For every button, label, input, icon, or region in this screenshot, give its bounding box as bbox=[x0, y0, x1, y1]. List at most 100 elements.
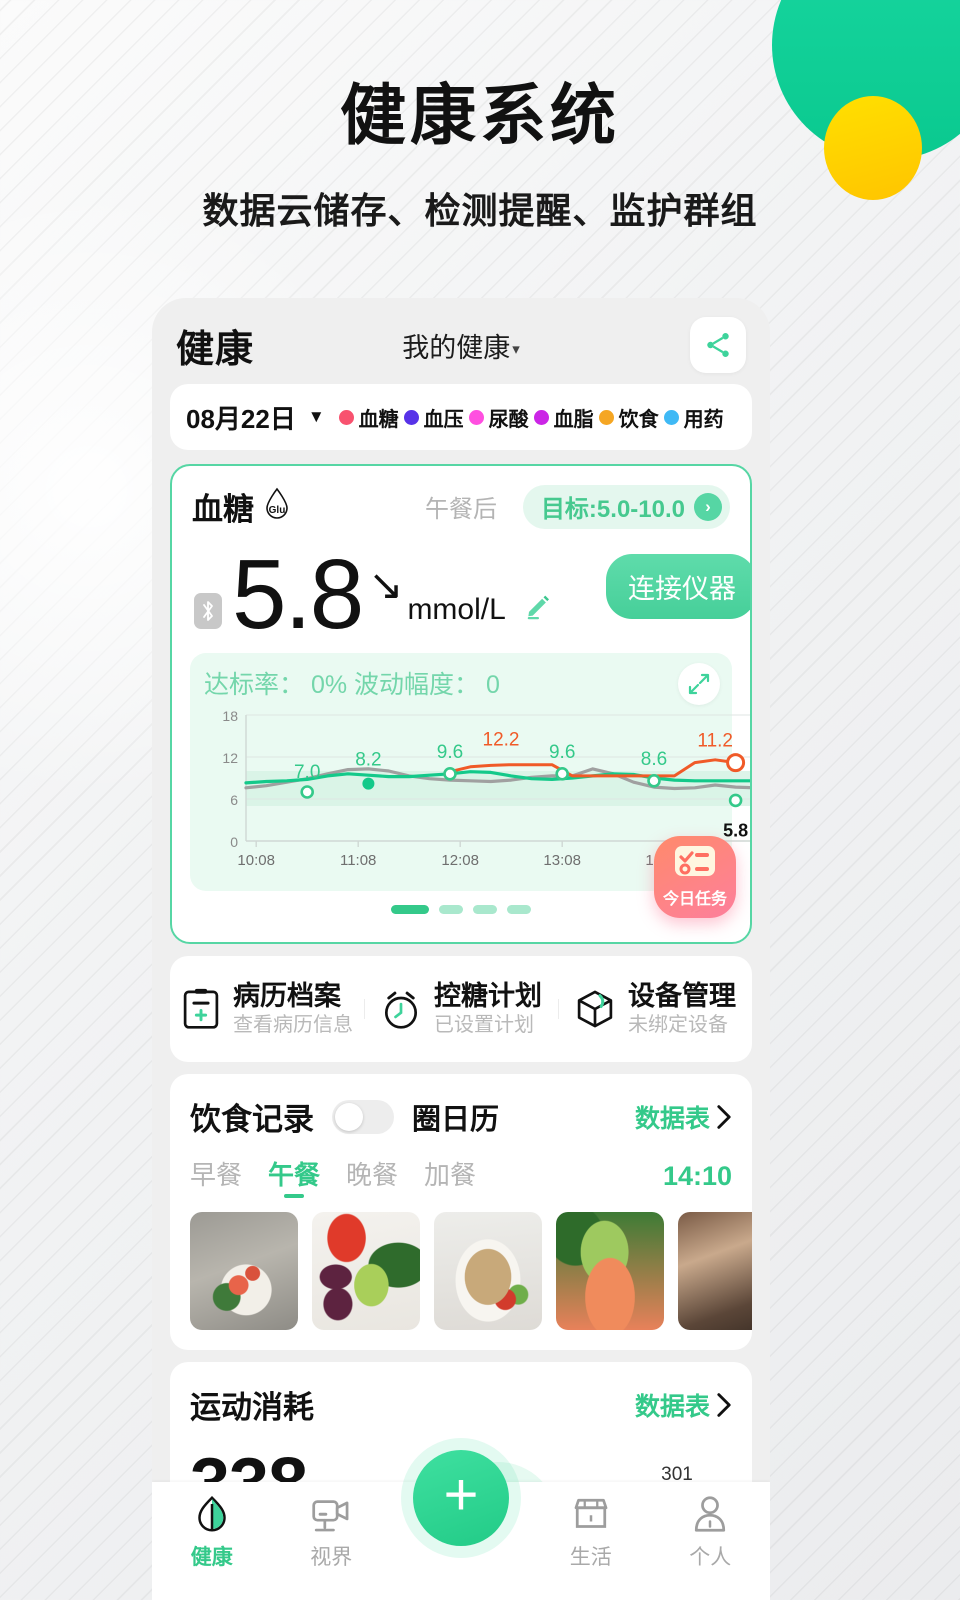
svg-text:12: 12 bbox=[222, 750, 238, 766]
share-button[interactable] bbox=[690, 317, 746, 373]
legend-label: 饮食 bbox=[618, 408, 659, 431]
quick-link-title: 设备管理 bbox=[628, 981, 736, 1012]
box-icon bbox=[577, 990, 613, 1028]
exercise-datatable-label: 数据表 bbox=[634, 1392, 710, 1421]
diet-record-card: 饮食记录 圈日历 数据表 早餐 午餐 晚餐 加餐 14:10 bbox=[170, 1074, 752, 1350]
person-icon bbox=[695, 1496, 726, 1532]
legend-item-blood-glucose[interactable]: 血糖 bbox=[338, 403, 399, 432]
calendar-toggle-label: 圈日历 bbox=[412, 1103, 500, 1136]
legend-label: 血脂 bbox=[553, 408, 594, 431]
checklist-icon bbox=[675, 846, 715, 876]
svg-text:7.0: 7.0 bbox=[294, 762, 320, 783]
legend-item-diet[interactable]: 饮食 bbox=[598, 403, 659, 432]
quick-link-device-management[interactable]: 设备管理 未绑定设备 bbox=[558, 981, 752, 1037]
svg-text:11:08: 11:08 bbox=[340, 852, 376, 869]
exercise-card-header: 运动消耗 数据表 bbox=[190, 1382, 732, 1427]
chevron-right-icon bbox=[717, 1392, 731, 1417]
svg-text:0: 0 bbox=[230, 834, 238, 850]
add-button[interactable]: + bbox=[413, 1450, 509, 1546]
medical-record-icon bbox=[183, 988, 219, 1029]
glucose-card-header: 血糖 Glu 午餐后 目标:5.0-10.0 › bbox=[172, 466, 750, 529]
expand-chart-button[interactable] bbox=[678, 663, 720, 705]
profile-selector-label: 我的健康 bbox=[402, 332, 511, 363]
date-legend-bar: 08月22日 ▼ 血糖 血压 尿酸 血脂 饮食 用药 bbox=[170, 384, 752, 450]
quick-links-row: 病历档案 查看病历信息 控糖计划 已设置计划 设备管理 未绑定设备 bbox=[170, 956, 752, 1062]
food-photo-list[interactable] bbox=[170, 1198, 752, 1330]
legend-item-blood-pressure[interactable]: 血压 bbox=[403, 403, 464, 432]
svg-text:13:08: 13:08 bbox=[543, 852, 581, 869]
leaf-health-icon bbox=[197, 1495, 226, 1532]
meal-tab-lunch[interactable]: 午餐 bbox=[268, 1155, 320, 1198]
svg-text:12:08: 12:08 bbox=[441, 852, 479, 869]
legend-item-uric-acid[interactable]: 尿酸 bbox=[468, 403, 529, 432]
nav-item-life[interactable]: 生活 bbox=[531, 1494, 651, 1571]
food-photo[interactable] bbox=[312, 1212, 420, 1330]
trend-down-arrow-icon: ↘ bbox=[368, 561, 404, 608]
bottom-navigation: 健康 视界 + 生活 个人 bbox=[152, 1450, 771, 1600]
pager-dot[interactable] bbox=[473, 905, 497, 914]
share-icon bbox=[707, 333, 729, 357]
legend-dot-icon bbox=[338, 409, 354, 425]
nav-item-vision[interactable]: 视界 bbox=[272, 1494, 392, 1571]
legend-dot-icon bbox=[663, 409, 679, 425]
video-camera-icon bbox=[312, 1500, 349, 1532]
quick-link-text: 病历档案 查看病历信息 bbox=[233, 981, 353, 1037]
meal-tab-breakfast[interactable]: 早餐 bbox=[190, 1155, 242, 1198]
diet-card-title: 饮食记录 bbox=[190, 1102, 314, 1137]
svg-text:9.6: 9.6 bbox=[437, 742, 463, 763]
glucose-unit: mmol/L bbox=[407, 593, 506, 626]
svg-text:10:08: 10:08 bbox=[237, 852, 275, 869]
food-photo[interactable] bbox=[190, 1212, 298, 1330]
quick-link-medical-record[interactable]: 病历档案 查看病历信息 bbox=[170, 981, 364, 1037]
svg-text:8.6: 8.6 bbox=[641, 749, 667, 770]
phone-mockup: 健康 我的健康 ▾ 08月22日 ▼ 血糖 血压 尿酸 血脂 饮食 用药 血糖 … bbox=[152, 298, 770, 1600]
calendar-toggle[interactable] bbox=[332, 1099, 394, 1134]
legend-label: 血糖 bbox=[358, 408, 399, 431]
bluetooth-icon bbox=[194, 593, 222, 629]
exercise-card-title: 运动消耗 bbox=[190, 1390, 314, 1425]
quick-link-text: 设备管理 未绑定设备 bbox=[628, 981, 736, 1037]
alarm-clock-icon bbox=[384, 991, 418, 1029]
quick-link-title: 控糖计划 bbox=[434, 981, 542, 1012]
promo-subtitle: 数据云储存、检测提醒、监护群组 bbox=[202, 190, 758, 231]
nav-label: 个人 bbox=[689, 1546, 732, 1569]
svg-text:6: 6 bbox=[230, 792, 238, 808]
food-photo[interactable] bbox=[678, 1212, 752, 1330]
legend-label: 血压 bbox=[423, 408, 464, 431]
legend-item-medication[interactable]: 用药 bbox=[663, 403, 724, 432]
meal-tab-dinner[interactable]: 晚餐 bbox=[346, 1155, 398, 1198]
legend-label: 尿酸 bbox=[488, 408, 529, 431]
nav-item-profile[interactable]: 个人 bbox=[651, 1494, 771, 1571]
glucose-value: 5.8 bbox=[232, 538, 364, 649]
nav-item-health[interactable]: 健康 bbox=[152, 1494, 272, 1571]
glucose-reading-row: 5.8 ↘ mmol/L bbox=[172, 529, 750, 649]
legend-dot-icon bbox=[533, 409, 549, 425]
chevron-right-icon bbox=[717, 1104, 731, 1129]
quick-link-sugar-plan[interactable]: 控糖计划 已设置计划 bbox=[364, 981, 558, 1037]
date-value[interactable]: 08月22日 bbox=[186, 399, 296, 436]
glucose-chart[interactable]: 06121810:0811:0812:0813:0814:087.08.29.6… bbox=[204, 705, 750, 875]
blood-glucose-card: 血糖 Glu 午餐后 目标:5.0-10.0 › 连接仪器 5.8 ↘ mmol… bbox=[170, 464, 752, 944]
diet-datatable-label: 数据表 bbox=[634, 1104, 710, 1133]
expand-icon bbox=[688, 673, 710, 695]
food-photo[interactable] bbox=[434, 1212, 542, 1330]
quick-link-subtitle: 查看病历信息 bbox=[233, 1013, 353, 1036]
exercise-datatable-link[interactable]: 数据表 bbox=[635, 1387, 732, 1423]
date-chevron-down-icon[interactable]: ▼ bbox=[308, 407, 325, 427]
svg-text:18: 18 bbox=[222, 708, 238, 724]
pager-dot[interactable] bbox=[507, 905, 531, 914]
legend-label: 用药 bbox=[683, 408, 724, 431]
quick-link-subtitle: 未绑定设备 bbox=[628, 1013, 728, 1036]
glucose-target-pill[interactable]: 目标:5.0-10.0 › bbox=[522, 484, 730, 529]
food-photo[interactable] bbox=[556, 1212, 664, 1330]
legend-item-blood-lipid[interactable]: 血脂 bbox=[533, 403, 594, 432]
nav-label: 生活 bbox=[569, 1546, 612, 1569]
meal-tab-snack[interactable]: 加餐 bbox=[424, 1155, 476, 1198]
pager-dot[interactable] bbox=[439, 905, 463, 914]
svg-text:9.6: 9.6 bbox=[549, 742, 575, 763]
edit-pencil-icon[interactable] bbox=[524, 590, 554, 625]
diet-datatable-link[interactable]: 数据表 bbox=[635, 1099, 732, 1135]
svg-text:11.2: 11.2 bbox=[697, 731, 733, 752]
today-task-button[interactable]: 今日任务 bbox=[654, 836, 736, 918]
pager-dot[interactable] bbox=[391, 905, 429, 914]
